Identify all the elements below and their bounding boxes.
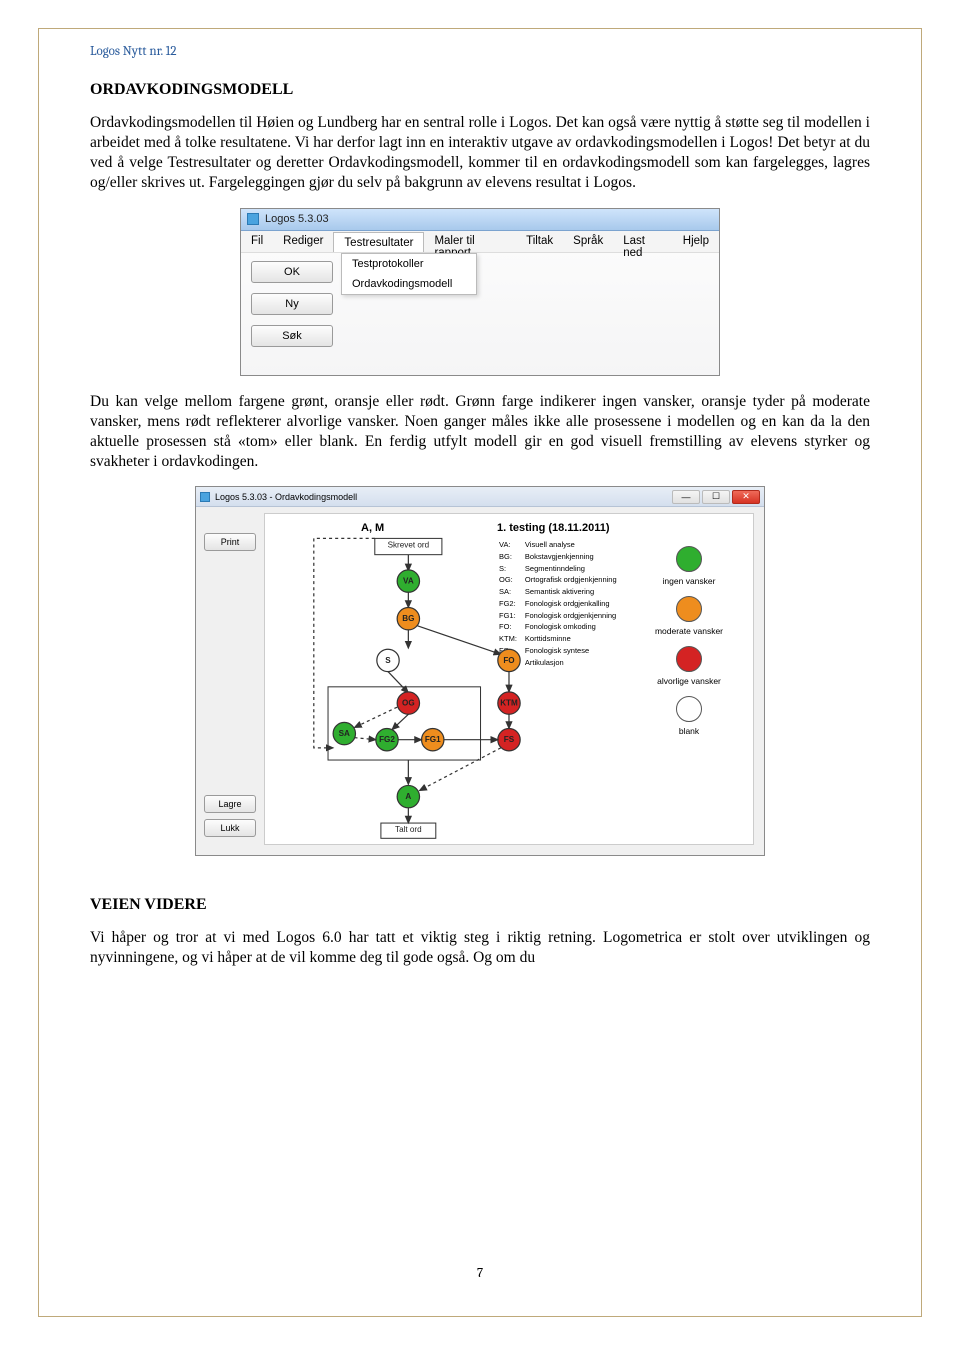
app-icon	[247, 213, 259, 225]
node-FG1[interactable]: FG1	[425, 735, 441, 744]
node-OG[interactable]: OG	[402, 699, 415, 708]
left-button-group-bottom: Lagre Lukk	[204, 795, 256, 837]
window-titlebar-2: Logos 5.3.03 - Ordavkodingsmodell — ☐ ✕	[196, 487, 764, 507]
button-ny[interactable]: Ny	[251, 293, 333, 315]
model-diagram: Skrevet ord VA BG S FO	[265, 514, 753, 854]
dropdown-item-testprotokoller[interactable]: Testprotokoller	[342, 254, 476, 274]
node-FS[interactable]: FS	[504, 735, 515, 744]
minimize-icon[interactable]: —	[672, 490, 700, 504]
page-content: Logos Nytt nr. 12 ORDAVKODINGSMODELL Ord…	[90, 40, 870, 1293]
node-BG[interactable]: BG	[402, 614, 414, 623]
paragraph-3: Vi håper og tror at vi med Logos 6.0 har…	[90, 928, 870, 968]
menu-hjelp[interactable]: Hjelp	[673, 231, 719, 252]
menu-testresultater[interactable]: Testresultater	[333, 232, 424, 252]
button-lukk[interactable]: Lukk	[204, 819, 256, 837]
dropdown-testresultater: Testprotokoller Ordavkodingsmodell	[341, 253, 477, 295]
menu-maler[interactable]: Maler til rapport	[424, 231, 516, 252]
node-KTM[interactable]: KTM	[500, 699, 518, 708]
window-controls: — ☐ ✕	[672, 490, 760, 504]
window-title: Logos 5.3.03	[265, 213, 329, 225]
paragraph-2: Du kan velge mellom fargene grønt, orans…	[90, 392, 870, 473]
button-print[interactable]: Print	[204, 533, 256, 551]
menubar: Fil Rediger Testresultater Maler til rap…	[241, 231, 719, 253]
button-ok[interactable]: OK	[251, 261, 333, 283]
left-button-group-top: Print	[204, 533, 256, 551]
window-title-2: Logos 5.3.03 - Ordavkodingsmodell	[215, 492, 357, 502]
section-title-veien-videre: VEIEN VIDERE	[90, 896, 870, 914]
box-skrevet-ord: Skrevet ord	[388, 541, 430, 550]
menu-tiltak[interactable]: Tiltak	[516, 231, 563, 252]
screenshot-ordavkodingsmodell: Logos 5.3.03 - Ordavkodingsmodell — ☐ ✕ …	[195, 486, 765, 856]
diagram-canvas: A, M 1. testing (18.11.2011) VA:Visuell …	[264, 513, 754, 845]
node-FG2[interactable]: FG2	[379, 735, 395, 744]
app-icon	[200, 492, 210, 502]
menu-sprak[interactable]: Språk	[563, 231, 613, 252]
node-A[interactable]: A	[405, 792, 411, 801]
section-title-ordavkodingsmodell: ORDAVKODINGSMODELL	[90, 81, 870, 99]
close-icon[interactable]: ✕	[732, 490, 760, 504]
menu-fil[interactable]: Fil	[241, 231, 273, 252]
box-talt-ord: Talt ord	[395, 825, 422, 834]
menu-rediger[interactable]: Rediger	[273, 231, 333, 252]
paragraph-1: Ordavkodingsmodellen til Høien og Lundbe…	[90, 113, 870, 194]
document-header: Logos Nytt nr. 12	[90, 44, 870, 59]
menu-lastned[interactable]: Last ned	[613, 231, 673, 252]
window-titlebar: Logos 5.3.03	[241, 209, 719, 231]
side-button-group: OK Ny Søk	[251, 261, 333, 347]
node-VA[interactable]: VA	[403, 577, 414, 586]
maximize-icon[interactable]: ☐	[702, 490, 730, 504]
screenshot-logos-menu: Logos 5.3.03 Fil Rediger Testresultater …	[240, 208, 720, 376]
dropdown-item-ordavkodingsmodell[interactable]: Ordavkodingsmodell	[342, 274, 476, 294]
node-FO[interactable]: FO	[503, 656, 514, 665]
node-SA[interactable]: SA	[339, 729, 350, 738]
button-lagre[interactable]: Lagre	[204, 795, 256, 813]
page-number: 7	[90, 1266, 870, 1281]
node-S[interactable]: S	[385, 656, 391, 665]
button-sok[interactable]: Søk	[251, 325, 333, 347]
